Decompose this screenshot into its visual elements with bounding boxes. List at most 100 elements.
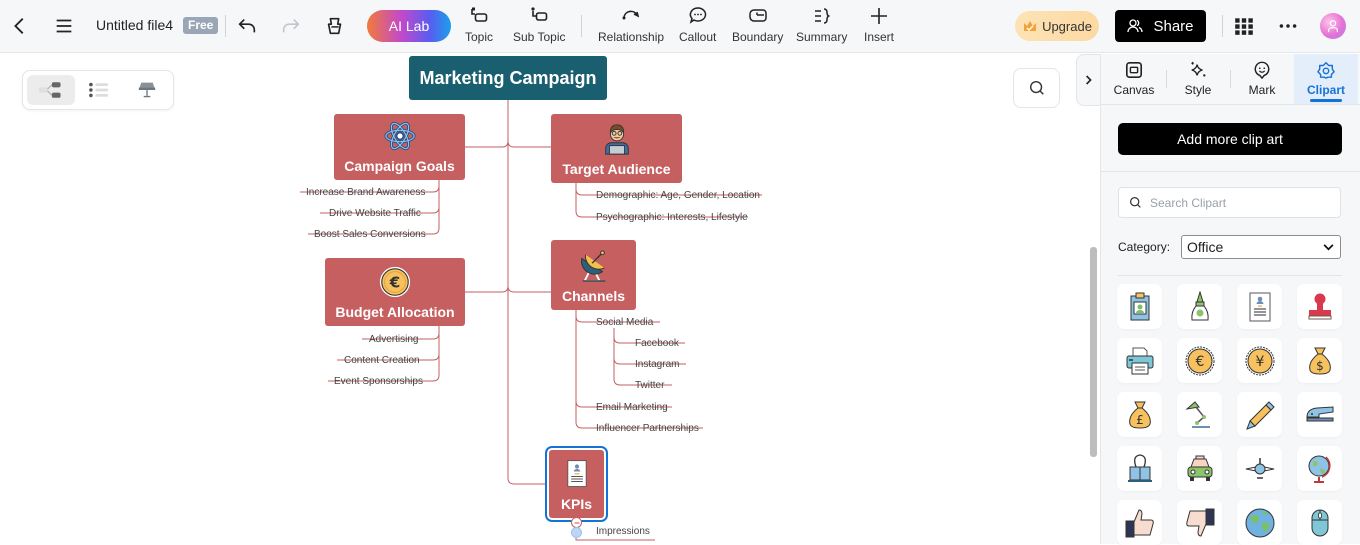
subtopic-item[interactable]: Email Marketing [596,402,668,413]
subtopic-item[interactable]: Facebook [635,338,679,349]
stapler-icon [1305,405,1333,421]
topic-channels[interactable]: Channels [551,240,636,310]
boundary-tool[interactable]: Boundary [732,6,783,44]
clipart-dollar-bag[interactable]: $ [1297,338,1342,383]
resume-document-icon [559,456,595,492]
tab-mark[interactable]: Mark [1230,54,1294,104]
presentation-view-button[interactable] [123,75,171,105]
clipart-airplane[interactable] [1237,446,1282,491]
relationship-tool[interactable]: Relationship [598,6,664,44]
category-select[interactable]: Office [1181,235,1341,259]
subtopic-item[interactable]: Demographic: Age, Gender, Location [596,190,760,201]
mind-map-canvas[interactable]: Marketing Campaign Campaign Goals Increa… [0,54,1100,544]
root-topic[interactable]: Marketing Campaign [409,56,607,100]
collapse-panel-button[interactable] [1076,54,1100,106]
clipart-euro-coin[interactable]: € [1177,338,1222,383]
subtopic-item[interactable]: Advertising [369,334,418,345]
main-menu-button[interactable] [48,10,80,42]
clipart-pencil[interactable] [1237,392,1282,437]
topic-target-audience[interactable]: Target Audience [551,114,682,183]
format-painter-button[interactable] [319,10,351,42]
mind-map-view-button[interactable] [27,75,75,105]
category-value: Office [1187,239,1224,255]
topic-label: Channels [561,288,625,304]
back-button[interactable] [4,10,36,42]
subtopic-item[interactable]: Instagram [635,359,679,370]
undo-button[interactable] [231,10,263,42]
add-subtopic-handle[interactable] [571,527,582,538]
subtopic-item[interactable]: Event Sponsorships [334,376,423,387]
category-label: Category: [1118,240,1171,254]
mind-map-view-icon [38,82,61,98]
clipart-search-input[interactable] [1150,195,1330,210]
upgrade-label: Upgrade [1042,18,1092,34]
pencil-icon [1245,400,1275,430]
presentation-icon [138,82,156,98]
topic-label: Target Audience [562,161,671,177]
redo-button[interactable] [275,10,307,42]
clipart-globe-stand[interactable] [1297,446,1342,491]
clipart-thumbs-down[interactable] [1177,500,1222,545]
add-more-clipart-button[interactable]: Add more clip art [1118,123,1342,155]
clipart-id-badge[interactable] [1117,284,1162,329]
rubber-stamp-icon [1308,293,1331,319]
hamburger-icon [56,19,72,33]
more-options-button[interactable] [1272,10,1304,42]
share-button[interactable]: Share [1115,10,1206,42]
subtopic-item[interactable]: Influencer Partnerships [596,423,699,434]
canvas-search-button[interactable] [1013,68,1060,108]
file-title[interactable]: Untitled file4 [96,17,173,33]
tab-clipart[interactable]: Clipart [1294,54,1358,104]
clipart-computer-mouse[interactable] [1297,500,1342,545]
topic-label: Budget Allocation [335,304,455,320]
clipart-rubber-stamp[interactable] [1297,284,1342,329]
clipart-thumbs-up[interactable] [1117,500,1162,545]
summary-tool[interactable]: Summary [796,6,847,44]
clipart-glue-bottle[interactable] [1177,284,1222,329]
vertical-scrollbar[interactable] [1090,247,1097,457]
subtopic-item[interactable]: Twitter [635,380,664,391]
subtopic-item[interactable]: Increase Brand Awareness [306,187,425,198]
subtopic-item[interactable]: Social Media [596,317,653,328]
tab-label: Mark [1248,83,1276,97]
topic-tool[interactable]: Topic [465,6,493,44]
dollar-bag-icon: $ [1308,347,1331,375]
ai-lab-button[interactable]: AI Lab [367,10,451,42]
clipart-binder-clip[interactable] [1117,446,1162,491]
svg-text:$: $ [1316,359,1324,373]
satellite-dish-icon [576,248,612,284]
subtopic-item[interactable]: Psychographic: Interests, Lifestyle [596,212,748,223]
topic-budget-allocation[interactable]: € Budget Allocation [325,258,465,326]
sparkle-icon [1191,61,1206,77]
subtopic-item[interactable]: Boost Sales Conversions [314,229,426,240]
clipart-yen-coin[interactable]: ¥ [1237,338,1282,383]
flower-icon [1317,62,1335,79]
topic-kpis[interactable]: KPIs [545,446,608,522]
subtopic-item[interactable]: Content Creation [344,355,420,366]
subtopic-item[interactable]: Drive Website Traffic [329,208,421,219]
tab-style[interactable]: Style [1166,54,1230,104]
subtopic-item[interactable]: Impressions [596,526,650,537]
clipart-pound-bag[interactable]: £ [1117,392,1162,437]
clipart-taxi[interactable] [1177,446,1222,491]
clipart-desk-lamp[interactable] [1177,392,1222,437]
clipart-earth[interactable] [1237,500,1282,545]
clipart-printer[interactable] [1117,338,1162,383]
user-avatar[interactable] [1320,13,1346,39]
callout-tool[interactable]: Callout [679,6,716,44]
clipart-resume[interactable] [1237,284,1282,329]
outline-view-button[interactable] [75,75,123,105]
clipart-search-field[interactable] [1118,187,1341,218]
upgrade-button[interactable]: Upgrade [1015,11,1099,41]
canvas-icon [1125,61,1143,79]
taxi-icon [1187,455,1212,481]
topic-campaign-goals[interactable]: Campaign Goals [334,114,465,180]
clipart-stapler[interactable] [1297,392,1342,437]
tab-canvas[interactable]: Canvas [1102,54,1166,104]
sub-topic-tool[interactable]: Sub Topic [513,6,565,44]
insert-tool[interactable]: Insert [864,6,894,44]
tab-label: Clipart [1306,83,1345,97]
earth-icon [1245,508,1274,537]
apps-button[interactable] [1228,10,1260,42]
topic-label: KPIs [560,496,593,512]
